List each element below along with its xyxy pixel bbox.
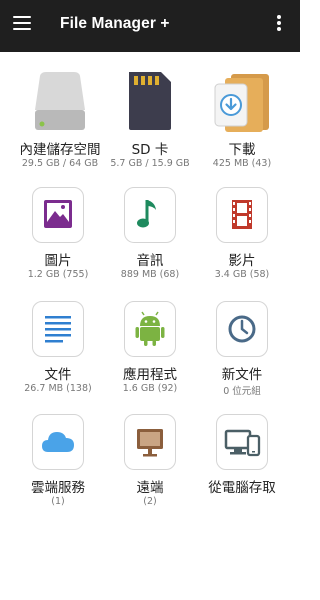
audio-size: 889 MB (68) [120,269,180,280]
menu-icon[interactable] [13,16,31,34]
video-item[interactable]: 影片 3.4 GB (58) [192,187,292,282]
apps-size: 1.6 GB (92) [122,383,178,394]
internal-storage-label: 內建儲存空間 [19,142,101,158]
computer-phone-icon [224,429,261,457]
images-item[interactable]: 圖片 1.2 GB (755) [8,187,108,282]
cloud-tile [32,414,84,470]
cloud-label: 雲端服務 [31,480,85,496]
images-label: 圖片 [44,253,72,269]
cloud-count: (1) [51,496,65,507]
internal-storage-item[interactable]: 內建儲存空間 29.5 GB / 64 GB [10,70,110,169]
app-bar: File Manager + [0,0,300,52]
pc-access-item[interactable]: 從電腦存取 [192,414,292,509]
sd-card-label: SD 卡 [131,142,169,158]
video-size: 3.4 GB (58) [214,269,270,280]
internal-storage-size: 29.5 GB / 64 GB [21,158,99,169]
audio-label: 音訊 [136,253,164,269]
cloud-icon [42,432,74,452]
remote-tile [124,414,176,470]
film-icon [232,200,252,229]
audio-item[interactable]: 音訊 889 MB (68) [100,187,200,282]
apps-tile [124,301,176,357]
download-folder-icon [214,74,269,132]
sd-card-item[interactable]: SD 卡 5.7 GB / 15.9 GB [100,70,200,169]
remote-count: (2) [143,496,157,507]
more-options-icon[interactable] [275,15,283,37]
cloud-item[interactable]: 雲端服務 (1) [8,414,108,509]
recent-files-item[interactable]: 新文件 0 位元組 [192,301,292,397]
hard-drive-icon [35,72,85,130]
documents-size: 26.7 MB (138) [24,383,92,394]
android-icon [135,311,165,346]
document-icon [45,316,71,343]
music-note-icon [137,200,156,228]
images-size: 1.2 GB (755) [27,269,89,280]
sd-card-size: 5.7 GB / 15.9 GB [110,158,190,169]
downloads-item[interactable]: 下載 425 MB (43) [192,70,292,169]
sd-card-icon [129,72,171,130]
image-icon [44,200,72,228]
apps-item[interactable]: 應用程式 1.6 GB (92) [100,301,200,396]
pc-access-label: 從電腦存取 [208,480,276,496]
recent-files-size: 0 位元組 [223,386,261,397]
documents-item[interactable]: 文件 26.7 MB (138) [8,301,108,396]
downloads-size: 425 MB (43) [212,158,272,169]
app-title: File Manager + [60,15,170,32]
documents-tile [32,301,84,357]
pc-access-tile [216,414,268,470]
audio-tile [124,187,176,243]
video-tile [216,187,268,243]
video-label: 影片 [228,253,256,269]
clock-icon [228,315,256,343]
monitor-icon [137,429,163,457]
remote-item[interactable]: 遠端 (2) [100,414,200,509]
recent-files-tile [216,301,268,357]
apps-label: 應用程式 [123,367,177,383]
recent-files-label: 新文件 [221,367,263,383]
remote-label: 遠端 [136,480,164,496]
downloads-label: 下載 [228,142,256,158]
images-tile [32,187,84,243]
documents-label: 文件 [44,367,72,383]
